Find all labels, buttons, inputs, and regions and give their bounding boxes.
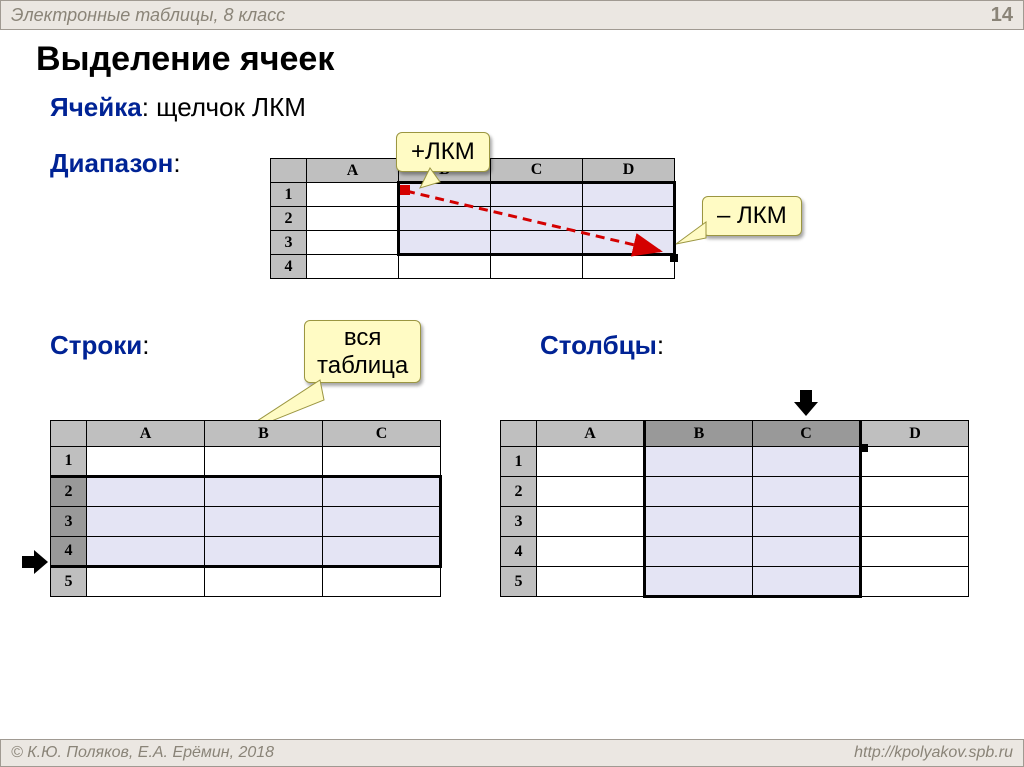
ccol-A: A: [537, 421, 645, 447]
header-subject: Электронные таблицы, 8 класс: [11, 5, 285, 26]
rcol-A: A: [87, 421, 205, 447]
row-1: 1: [271, 183, 307, 207]
row-4: 4: [271, 255, 307, 279]
slide-title: Выделение ячеек: [36, 40, 334, 79]
row-3: 3: [271, 231, 307, 255]
crow-3: 3: [501, 507, 537, 537]
arrow-down-icon: [800, 390, 818, 416]
grid-cols: A B C D 1 2 3 4 5: [500, 420, 969, 598]
rest-range: :: [173, 148, 180, 178]
row-2: 2: [271, 207, 307, 231]
rrow-4: 4: [51, 537, 87, 567]
ccol-D: D: [861, 421, 969, 447]
col-C: C: [491, 159, 583, 183]
callout-minus-lmb: – ЛКМ: [702, 196, 802, 236]
rrow-3: 3: [51, 507, 87, 537]
rcol-C: C: [323, 421, 441, 447]
callout-minus-tail-icon: [676, 222, 706, 248]
col-A: A: [307, 159, 399, 183]
line-cell: Ячейка: щелчок ЛКМ: [50, 92, 306, 123]
footer-copyright: © К.Ю. Поляков, Е.А. Ерёмин, 2018: [11, 744, 274, 762]
kw-range: Диапазон: [50, 148, 173, 178]
footer-url: http://kpolyakov.spb.ru: [854, 744, 1013, 762]
line-rows: Строки:: [50, 330, 150, 361]
ccol-B: B: [645, 421, 753, 447]
callout-plus-lmb: +ЛКМ: [396, 132, 490, 172]
crow-4: 4: [501, 537, 537, 567]
rest-rows: :: [142, 330, 149, 360]
crow-1: 1: [501, 447, 537, 477]
header-bar: Электронные таблицы, 8 класс 14: [0, 0, 1024, 30]
crow-2: 2: [501, 477, 537, 507]
slide: Электронные таблицы, 8 класс 14 Выделени…: [0, 0, 1024, 767]
crow-5: 5: [501, 567, 537, 597]
rest-cols: :: [657, 330, 664, 360]
rrow-2: 2: [51, 477, 87, 507]
footer-bar: © К.Ю. Поляков, Е.А. Ерёмин, 2018 http:/…: [0, 739, 1024, 767]
callout-plus-tail-icon: [420, 168, 440, 192]
page-number: 14: [991, 4, 1013, 27]
rrow-1: 1: [51, 447, 87, 477]
rcol-B: B: [205, 421, 323, 447]
rest-cell: : щелчок ЛКМ: [142, 92, 306, 122]
fill-handle-icon-2: [860, 444, 868, 452]
line-cols: Столбцы:: [540, 330, 664, 361]
kw-cols: Столбцы: [540, 330, 657, 360]
kw-rows: Строки: [50, 330, 142, 360]
line-range: Диапазон:: [50, 148, 181, 179]
rrow-5: 5: [51, 567, 87, 597]
kw-cell: Ячейка: [50, 92, 142, 122]
arrow-right-icon: [22, 550, 48, 574]
grid-rows: A B C 1 2 3 4 5: [50, 420, 442, 597]
callout-whole-table: вся таблица: [304, 320, 421, 383]
ccol-C: C: [753, 421, 861, 447]
col-D: D: [583, 159, 675, 183]
drag-arrow-icon: [400, 185, 680, 265]
